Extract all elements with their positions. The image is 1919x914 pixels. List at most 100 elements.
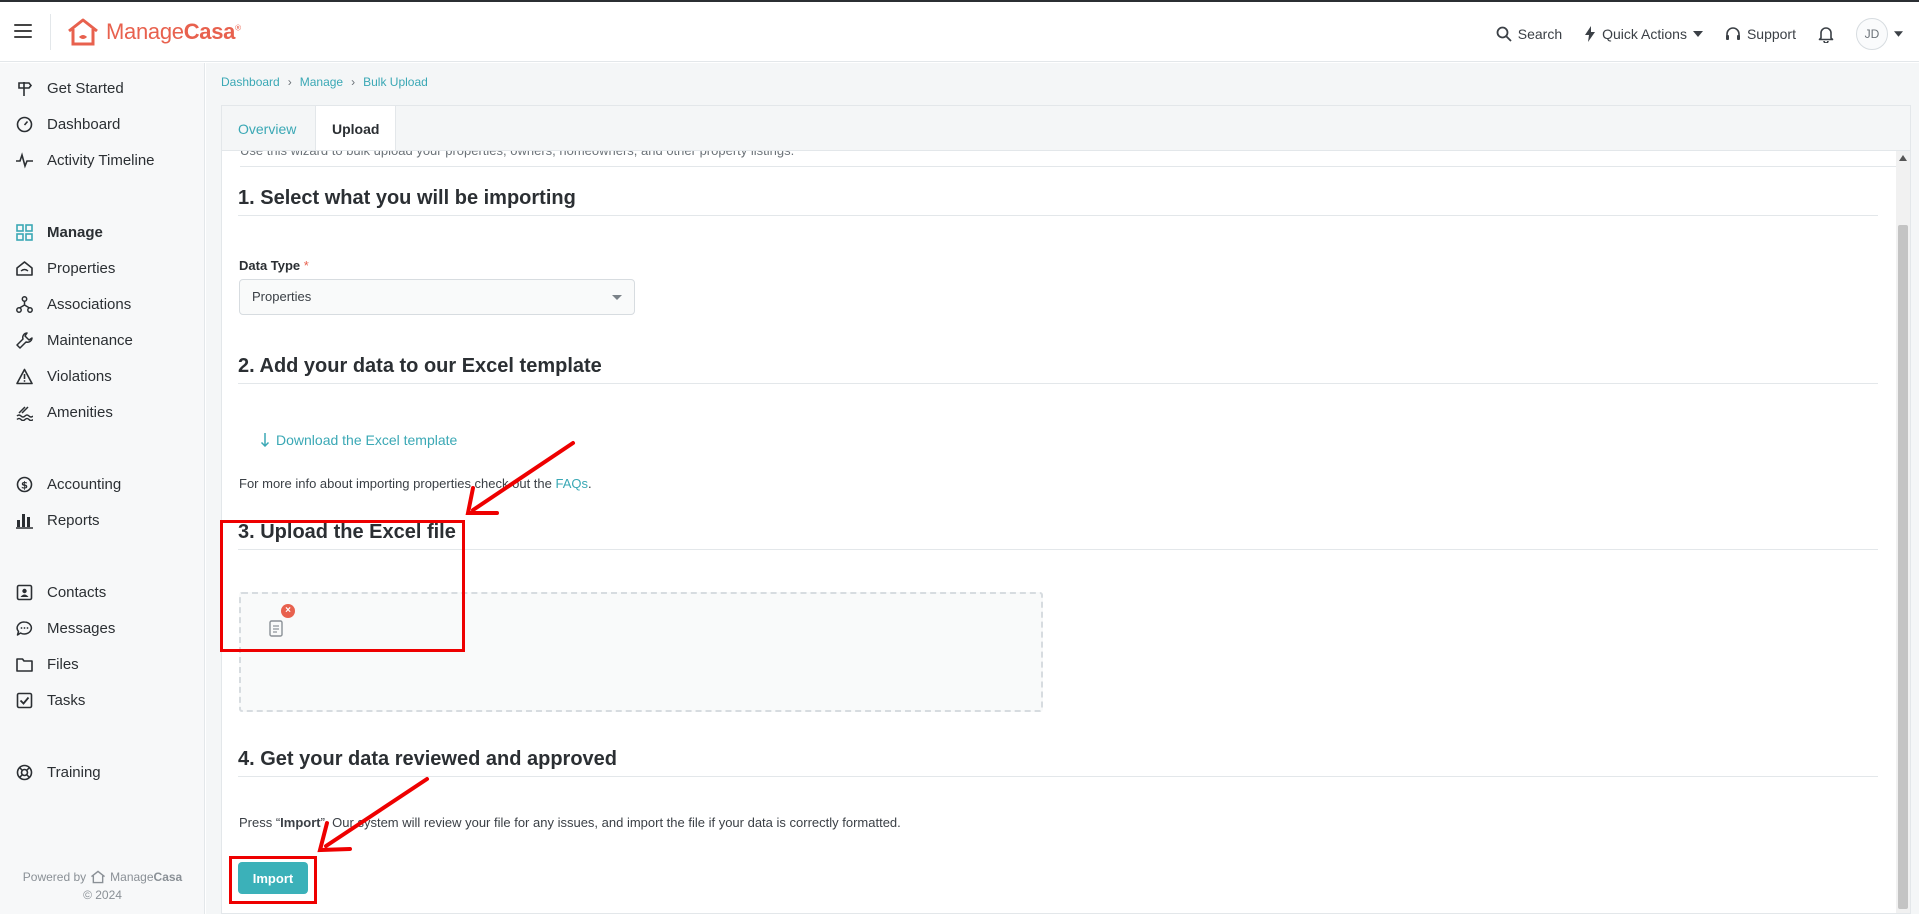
sidebar-item-accounting[interactable]: $ Accounting [16, 476, 121, 493]
checkbox-icon [16, 692, 33, 709]
breadcrumb: Dashboard › Manage › Bulk Upload [221, 75, 428, 89]
warning-icon [16, 368, 33, 385]
intro-text-cut-off: Use this wizard to bulk upload your prop… [240, 151, 1900, 167]
tab-upload[interactable]: Upload [315, 106, 397, 153]
data-type-label: Data Type * [239, 258, 309, 273]
support-button[interactable]: Support [1725, 26, 1796, 42]
folder-icon [16, 658, 33, 672]
download-template-label: Download the Excel template [276, 432, 458, 448]
user-menu[interactable]: JD [1856, 18, 1903, 50]
hamburger-menu-icon[interactable] [14, 24, 32, 38]
sidebar-item-files[interactable]: Files [16, 656, 79, 673]
quick-actions-label: Quick Actions [1602, 26, 1687, 42]
house-logo-icon [91, 870, 106, 884]
sidebar-item-label: Reports [47, 512, 100, 529]
copyright: © 2024 [83, 888, 122, 902]
section-2-title: 2. Add your data to our Excel template [238, 355, 602, 377]
sidebar-item-label: Training [47, 764, 101, 781]
chevron-right-icon: › [351, 75, 356, 89]
sidebar-item-label: Violations [47, 368, 112, 385]
sidebar-item-amenities[interactable]: Amenities [16, 404, 113, 421]
notifications-button[interactable] [1818, 26, 1834, 43]
breadcrumb-bulk-upload[interactable]: Bulk Upload [363, 75, 428, 89]
brand-logo[interactable]: ManageCasa® [66, 16, 241, 48]
faq-info-text: For more info about importing properties… [239, 476, 592, 491]
house-icon [16, 261, 33, 276]
sidebar-item-maintenance[interactable]: Maintenance [16, 332, 133, 349]
support-label: Support [1746, 26, 1796, 42]
scroll-up-arrow-icon[interactable] [1899, 155, 1907, 161]
remove-file-button[interactable]: × [281, 604, 295, 618]
breadcrumb-manage[interactable]: Manage [300, 75, 343, 89]
lifebuoy-icon [16, 764, 33, 781]
sidebar-item-label: Messages [47, 620, 116, 637]
sidebar-item-associations[interactable]: Associations [16, 296, 131, 313]
chevron-right-icon: › [287, 75, 292, 89]
required-mark: * [303, 258, 309, 273]
section-4-title: 4. Get your data reviewed and approved [238, 748, 618, 770]
sidebar-item-tasks[interactable]: Tasks [16, 692, 85, 709]
wrench-icon [16, 332, 33, 349]
sidebar-item-label: Maintenance [47, 332, 133, 349]
divider [238, 383, 1878, 384]
sidebar-item-get-started[interactable]: Get Started [16, 80, 124, 97]
document-icon [269, 620, 283, 637]
vertical-scrollbar[interactable] [1896, 151, 1910, 913]
arrow-down-icon [260, 433, 270, 447]
main-content: Dashboard › Manage › Bulk Upload Overvie… [206, 63, 1919, 914]
sidebar-item-messages[interactable]: Messages [16, 620, 115, 637]
sidebar-item-label: Activity Timeline [47, 152, 155, 169]
headset-icon [1725, 27, 1740, 40]
contact-card-icon [16, 584, 33, 601]
sidebar-item-label: Manage [47, 224, 103, 241]
sidebar-item-training[interactable]: Training [16, 764, 101, 781]
tab-bar: Overview Upload [221, 105, 1911, 153]
upload-panel: Use this wizard to bulk upload your prop… [221, 150, 1911, 914]
sidebar-item-label: Tasks [47, 692, 86, 709]
scrollbar-thumb[interactable] [1898, 225, 1908, 909]
sidebar-item-label: Get Started [47, 80, 124, 97]
quick-actions-dropdown[interactable]: Quick Actions [1584, 26, 1703, 42]
pool-icon [16, 406, 33, 421]
file-dropzone[interactable]: × [239, 592, 1043, 712]
breadcrumb-dashboard[interactable]: Dashboard [221, 75, 280, 89]
sidebar-item-label: Amenities [47, 404, 113, 421]
house-logo-icon [68, 18, 98, 46]
search-label: Search [1517, 26, 1563, 42]
faqs-link[interactable]: FAQs [556, 476, 589, 491]
sidebar-item-reports[interactable]: Reports [16, 512, 100, 529]
search-button[interactable]: Search [1496, 26, 1562, 42]
network-icon [16, 296, 33, 313]
data-type-value: Properties [252, 289, 312, 304]
divider [238, 215, 1878, 216]
caret-down-icon [612, 295, 622, 300]
caret-down-icon [1894, 31, 1903, 37]
sidebar: Get Started Dashboard Activity Timeline … [0, 63, 205, 914]
section-1-title: 1. Select what you will be importing [238, 187, 576, 209]
caret-down-icon [1692, 31, 1703, 37]
sidebar-item-manage[interactable]: Manage [16, 224, 103, 241]
avatar: JD [1856, 18, 1888, 50]
sidebar-item-label: Files [47, 656, 79, 673]
tab-overview[interactable]: Overview [222, 106, 312, 152]
sidebar-item-properties[interactable]: Properties [16, 260, 115, 277]
signpost-icon [18, 82, 33, 96]
import-button[interactable]: Import [238, 862, 308, 894]
divider [238, 549, 1878, 550]
bar-chart-icon [16, 514, 33, 529]
sidebar-item-activity-timeline[interactable]: Activity Timeline [16, 152, 155, 169]
bell-icon [1818, 26, 1834, 43]
lightning-icon [1585, 26, 1596, 42]
sidebar-item-violations[interactable]: Violations [16, 368, 112, 385]
download-template-link[interactable]: Download the Excel template [260, 432, 457, 448]
sidebar-item-contacts[interactable]: Contacts [16, 584, 106, 601]
sidebar-item-dashboard[interactable]: Dashboard [16, 116, 120, 133]
powered-by-label: Powered by [22, 870, 87, 884]
divider [238, 776, 1878, 777]
dollar-icon: $ [16, 476, 33, 493]
section-3-title: 3. Upload the Excel file [238, 521, 456, 543]
svg-text:$: $ [21, 481, 28, 492]
sidebar-item-label: Associations [47, 296, 132, 313]
data-type-select[interactable]: Properties [239, 279, 635, 315]
divider [50, 14, 51, 50]
